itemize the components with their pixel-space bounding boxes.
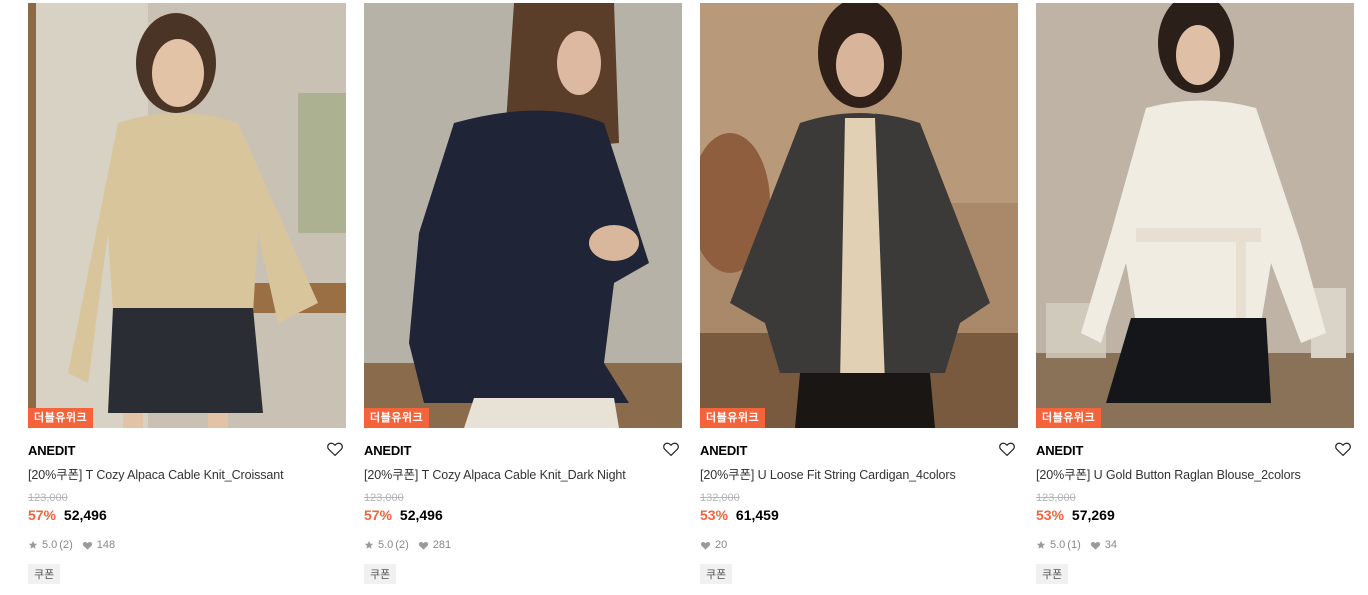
original-price: 132,000 [700,492,740,504]
rating-value: 5.0 [378,539,394,551]
product-image[interactable]: 더블유위크 [364,3,682,428]
likes: 148 [82,539,115,551]
review-count: (2) [395,539,409,551]
product-grid: 더블유위크 ANEDIT [20%쿠폰] T Cozy Alpaca Cable… [0,0,1368,595]
promo-badge: 더블유위크 [700,408,766,428]
promo-badge: 더블유위크 [28,408,94,428]
wishlist-button[interactable] [1334,440,1352,458]
brand-name[interactable]: ANEDIT [28,443,75,458]
promo-badge: 더블유위크 [364,408,430,428]
coupon-tag: 쿠폰 [28,564,61,584]
like-count: 20 [715,539,728,551]
product-image[interactable]: 더블유위크 [700,3,1018,428]
product-image[interactable]: 더블유위크 [28,3,346,428]
heart-filled-icon [418,541,428,550]
original-price: 123,000 [1036,492,1076,504]
wishlist-button[interactable] [998,440,1016,458]
wishlist-button[interactable] [662,440,680,458]
coupon-tag: 쿠폰 [364,564,397,584]
sale-price: 52,496 [63,507,107,523]
discount-rate: 57% [364,507,393,523]
brand-name[interactable]: ANEDIT [700,443,747,458]
heart-outline-icon [1335,442,1351,457]
product-name[interactable]: [20%쿠폰] T Cozy Alpaca Cable Knit_Dark Ni… [364,464,682,483]
sale-price: 61,459 [735,507,779,523]
original-price: 123,000 [28,492,68,504]
rating: 5.0 (2) [28,539,73,551]
sale-price: 52,496 [399,507,443,523]
likes: 281 [418,539,451,551]
heart-outline-icon [663,442,679,457]
discount-rate: 53% [1036,507,1065,523]
heart-filled-icon [1090,541,1100,550]
heart-outline-icon [327,442,343,457]
star-icon [1036,540,1046,549]
brand-name[interactable]: ANEDIT [1036,443,1083,458]
like-count: 148 [96,539,116,551]
brand-name[interactable]: ANEDIT [364,443,411,458]
wishlist-button[interactable] [326,440,344,458]
product-card[interactable]: 더블유위크 ANEDIT [20%쿠폰] U Gold Button Ragla… [1036,3,1354,593]
likes: 20 [700,539,727,551]
original-price: 123,000 [364,492,404,504]
coupon-tag: 쿠폰 [1036,564,1069,584]
product-image[interactable]: 더블유위크 [1036,3,1354,428]
review-count: (1) [1067,539,1081,551]
rating: 5.0 (2) [364,539,409,551]
discount-rate: 57% [28,507,57,523]
product-card[interactable]: 더블유위크 ANEDIT [20%쿠폰] T Cozy Alpaca Cable… [28,3,346,593]
like-count: 281 [432,539,452,551]
promo-badge: 더블유위크 [1036,408,1102,428]
product-name[interactable]: [20%쿠폰] U Loose Fit String Cardigan_4col… [700,464,1018,483]
discount-rate: 53% [700,507,729,523]
like-count: 34 [1104,539,1117,551]
star-icon [364,540,374,549]
heart-filled-icon [82,541,92,550]
star-icon [28,540,38,549]
coupon-tag: 쿠폰 [700,564,733,584]
product-name[interactable]: [20%쿠폰] T Cozy Alpaca Cable Knit_Croissa… [28,464,346,483]
sale-price: 57,269 [1071,507,1115,523]
likes: 34 [1090,539,1117,551]
rating-value: 5.0 [1050,539,1066,551]
heart-filled-icon [700,541,711,550]
rating: 5.0 (1) [1036,539,1081,551]
heart-outline-icon [999,442,1015,457]
product-card[interactable]: 더블유위크 ANEDIT [20%쿠폰] T Cozy Alpaca Cable… [364,3,682,593]
product-name[interactable]: [20%쿠폰] U Gold Button Raglan Blouse_2col… [1036,464,1354,483]
product-card[interactable]: 더블유위크 ANEDIT [20%쿠폰] U Loose Fit String … [700,3,1018,593]
review-count: (2) [59,539,73,551]
rating-value: 5.0 [42,539,58,551]
